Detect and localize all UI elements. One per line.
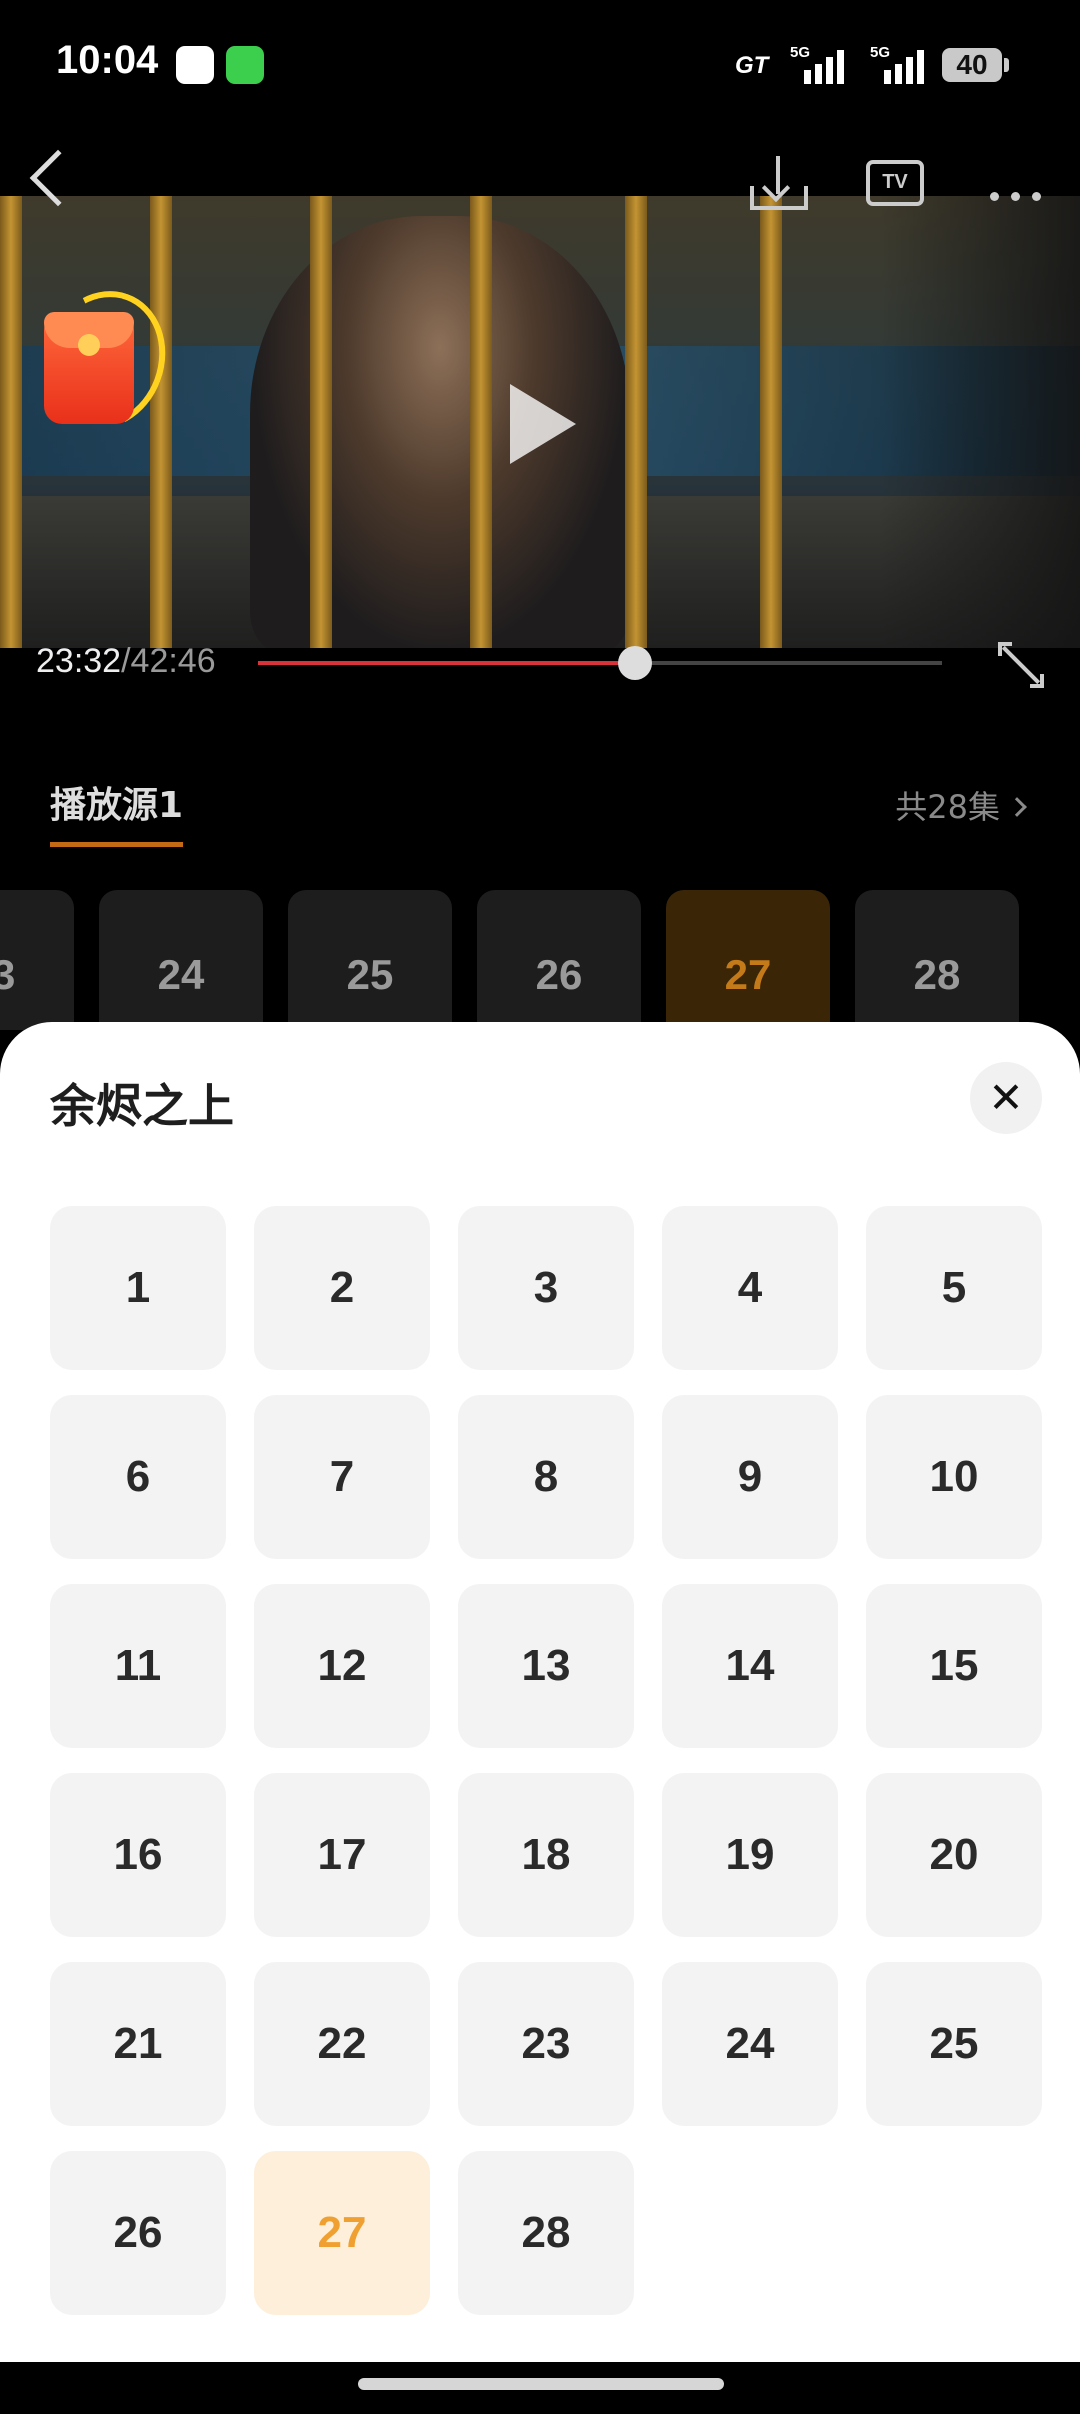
episode-button[interactable]: 2: [254, 1206, 430, 1370]
red-packet-icon[interactable]: [44, 312, 134, 424]
episode-button[interactable]: 15: [866, 1584, 1042, 1748]
episode-button[interactable]: 10: [866, 1395, 1042, 1559]
download-icon[interactable]: [748, 156, 812, 212]
episode-button[interactable]: 3: [458, 1206, 634, 1370]
status-bar: 10:04 GT 5G 5G 40: [0, 0, 1080, 130]
episode-button[interactable]: 28: [458, 2151, 634, 2315]
total-time: /42:46: [121, 642, 216, 680]
sheet-title: 余烬之上: [50, 1079, 234, 1133]
episode-button[interactable]: 12: [254, 1584, 430, 1748]
episode-button[interactable]: 7: [254, 1395, 430, 1559]
signal-icon: 5G: [870, 44, 930, 84]
episode-chip[interactable]: 26: [477, 890, 641, 1030]
close-icon[interactable]: ✕: [970, 1062, 1042, 1134]
tv-cast-icon[interactable]: TV: [866, 160, 924, 206]
signal-5g-label: 5G: [870, 44, 891, 61]
episode-button[interactable]: 24: [662, 1962, 838, 2126]
home-indicator[interactable]: [358, 2378, 724, 2390]
episode-button[interactable]: 18: [458, 1773, 634, 1937]
chevron-right-icon: [1007, 797, 1027, 817]
episode-button[interactable]: 8: [458, 1395, 634, 1559]
chat-notification-icon: [226, 46, 264, 84]
progress-knob[interactable]: [617, 646, 652, 680]
progress-bar[interactable]: [258, 646, 942, 680]
episode-chip[interactable]: 27: [666, 890, 830, 1030]
fullscreen-icon[interactable]: [996, 640, 1046, 690]
episode-button[interactable]: 20: [866, 1773, 1042, 1937]
episode-button[interactable]: 17: [254, 1773, 430, 1937]
episode-button[interactable]: 25: [866, 1962, 1042, 2126]
current-time: 23:32: [36, 642, 122, 680]
episode-sheet: 余烬之上 ✕ 1 2 3 4 5 6 7 8 9 10 11 12 13 14 15 16 17 18 19 20 21…: [0, 1022, 1080, 2362]
episode-strip: 232425262728: [0, 890, 1080, 1030]
episode-button[interactable]: 22: [254, 1962, 430, 2126]
episode-button[interactable]: 1: [50, 1206, 226, 1370]
episode-chip[interactable]: 24: [99, 890, 263, 1030]
episode-button[interactable]: 23: [458, 1962, 634, 2126]
episode-count-label: 共28集: [895, 788, 1000, 826]
episode-button[interactable]: 13: [458, 1584, 634, 1748]
episode-button[interactable]: 16: [50, 1773, 226, 1937]
episode-chip[interactable]: 25: [288, 890, 452, 1030]
progress-fill: [258, 661, 635, 665]
signal-5g-label: 5G: [790, 44, 811, 61]
video-frame[interactable]: [0, 196, 1080, 648]
network-gt-label: GT: [735, 52, 769, 79]
episode-button[interactable]: 19: [662, 1773, 838, 1937]
episode-button[interactable]: 6: [50, 1395, 226, 1559]
episode-button[interactable]: 14: [662, 1584, 838, 1748]
signal-icon: 5G: [790, 44, 850, 84]
battery-icon: 40: [942, 48, 1009, 82]
episode-button[interactable]: 5: [866, 1206, 1042, 1370]
episode-button[interactable]: 11: [50, 1584, 226, 1748]
episode-button[interactable]: 21: [50, 1962, 226, 2126]
episode-button[interactable]: 4: [662, 1206, 838, 1370]
episode-button[interactable]: 26: [50, 2151, 226, 2315]
tab-source-1[interactable]: 播放源1: [50, 776, 184, 847]
status-time: 10:04: [56, 38, 159, 82]
episode-chip[interactable]: 23: [0, 890, 74, 1030]
episode-button[interactable]: 9: [662, 1395, 838, 1559]
episode-chip[interactable]: 28: [855, 890, 1019, 1030]
app-notification-icon: [176, 46, 214, 84]
more-icon[interactable]: [990, 186, 1053, 205]
episode-button[interactable]: 27: [254, 2151, 430, 2315]
episode-count-link[interactable]: 共28集: [895, 782, 1027, 828]
playback-time: 23:32/42:46: [36, 642, 216, 681]
battery-level: 40: [956, 49, 988, 80]
play-icon[interactable]: [510, 384, 576, 464]
